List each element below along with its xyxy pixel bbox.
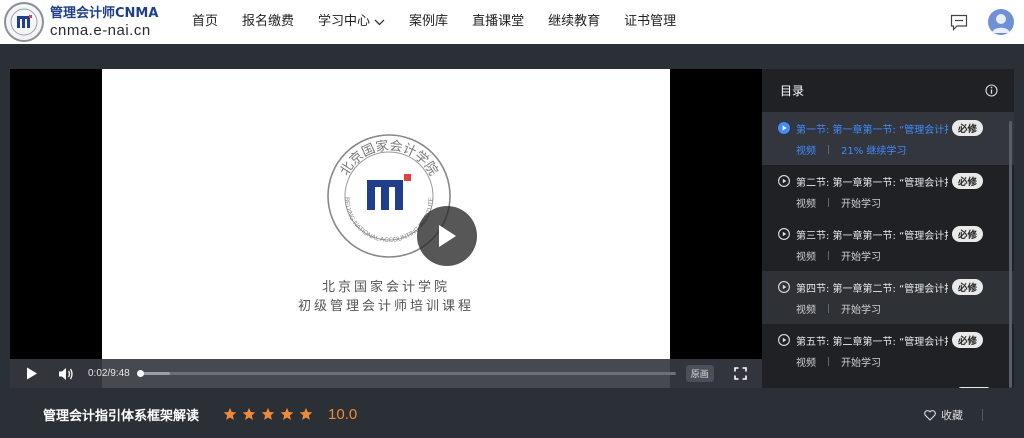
volume-icon xyxy=(59,367,73,380)
nav-label: 首页 xyxy=(192,14,219,29)
catalog-item-status: 开始学习 xyxy=(841,252,881,263)
logo-emblem-icon xyxy=(4,2,44,42)
catalog-item-next-partial xyxy=(762,385,1014,388)
logo-domain: cnma.e-nai.cn xyxy=(50,21,151,39)
catalog-item[interactable]: 第三节: 第一章第一节: “管理会计指引体系框架解读” 必修 视频 开始学习 xyxy=(762,218,1014,271)
catalog-item[interactable]: 第五节: 第二章第一节: “管理会计指引体系框架解读” 必修 视频 开始学习 xyxy=(762,324,1014,377)
catalog-item[interactable]: 第二节: 第一章第一节: “管理会计指引体系框架解读” 必修 视频 开始学习 xyxy=(762,165,1014,218)
emblem-text-top: 北京国家会计学院 xyxy=(338,138,441,179)
fullscreen-button[interactable] xyxy=(734,367,748,381)
quality-selector[interactable]: 原画 xyxy=(685,365,714,382)
big-play-button[interactable] xyxy=(417,206,477,266)
nav-item-case-library[interactable]: 案例库 xyxy=(397,0,460,44)
video-frame: 北京国家会计学院 BEIJING NATIONAL ACCOUNTING INS… xyxy=(102,69,670,388)
star-icon xyxy=(223,407,237,420)
course-info-bar: 管理会计指引体系框架解读 10.0 收藏 xyxy=(0,390,1024,438)
catalog-item-type: 视频 xyxy=(796,146,816,157)
progress-thumb[interactable] xyxy=(136,370,144,377)
divider xyxy=(982,409,983,421)
catalog-item-title: 第五节: 第二章第一节: “管理会计指引体系框架解读” xyxy=(796,336,948,348)
play-circle-icon xyxy=(778,228,790,240)
catalog-item-status: 开始学习 xyxy=(841,358,881,369)
nav-item-home[interactable]: 首页 xyxy=(180,0,230,44)
catalog-item[interactable]: 第一节: 第一章第一节: “管理会计指引体系框架解读” 必修 视频 21% 继续… xyxy=(762,112,1014,165)
message-icon[interactable] xyxy=(948,11,970,33)
catalog-panel: 目录 第一节: 第一章第一节: “管理会计指引体系框架解读” 必修 视频 21%… xyxy=(762,69,1014,388)
catalog-item-type: 视频 xyxy=(796,305,816,316)
catalog-item-title: 第四节: 第一章第二节: “管理会计指引体系框架解读” xyxy=(796,283,948,295)
catalog-item-title: 第三节: 第一章第一节: “管理会计指引体系框架解读” xyxy=(796,230,948,242)
required-badge: 必修 xyxy=(952,173,984,189)
nav-item-continuing-education[interactable]: 继续教育 xyxy=(536,0,612,44)
catalog-item-title: 第二节: 第一章第一节: “管理会计指引体系框架解读” xyxy=(796,177,948,189)
divider xyxy=(828,304,829,313)
rating-score: 10.0 xyxy=(328,405,358,423)
required-badge xyxy=(958,387,990,388)
required-badge: 必修 xyxy=(952,120,984,136)
catalog-item-type: 视频 xyxy=(796,252,816,263)
info-icon[interactable] xyxy=(985,84,998,97)
nav-label: 证书管理 xyxy=(624,14,677,29)
star-icon xyxy=(242,407,256,420)
divider xyxy=(828,251,829,260)
catalog-item[interactable]: 第四节: 第一章第二节: “管理会计指引体系框架解读” 必修 视频 开始学习 xyxy=(762,271,1014,324)
divider xyxy=(828,357,829,366)
avatar-icon[interactable] xyxy=(988,9,1014,35)
nav-item-registration[interactable]: 报名缴费 xyxy=(230,0,306,44)
star-icon xyxy=(261,407,275,420)
play-icon xyxy=(439,225,456,247)
course-title: 管理会计指引体系框架解读 xyxy=(43,408,200,424)
nav-label: 直播课堂 xyxy=(472,14,525,29)
slide-title: 北京国家会计学院 xyxy=(321,280,450,295)
play-circle-icon xyxy=(778,281,790,293)
site-logo[interactable]: 管理会计师CNMA cnma.e-nai.cn xyxy=(4,2,174,42)
nav-label: 报名缴费 xyxy=(242,14,295,29)
required-badge: 必修 xyxy=(952,279,984,295)
logo-title: 管理会计师CNMA xyxy=(50,5,159,21)
top-navbar: 管理会计师CNMA cnma.e-nai.cn 首页 报名缴费 学习中心 案例库… xyxy=(0,0,1024,44)
player-controls: 0:02/9:48 原画 xyxy=(10,359,762,388)
nav-item-live-class[interactable]: 直播课堂 xyxy=(460,0,536,44)
time-display: 0:02/9:48 xyxy=(88,368,130,379)
scrollbar[interactable] xyxy=(1009,121,1012,388)
nav-item-learning-center[interactable]: 学习中心 xyxy=(306,0,397,44)
fullscreen-icon xyxy=(734,367,748,380)
catalog-item-title: 第一节: 第一章第一节: “管理会计指引体系框架解读” xyxy=(796,124,948,136)
main-nav: 首页 报名缴费 学习中心 案例库 直播课堂 继续教育 证书管理 xyxy=(180,0,688,44)
play-button[interactable] xyxy=(24,366,40,382)
star-icon xyxy=(280,407,294,420)
chevron-down-icon xyxy=(374,19,385,26)
catalog-item-type: 视频 xyxy=(796,199,816,210)
catalog-item-status: 开始学习 xyxy=(841,305,881,316)
nav-label: 案例库 xyxy=(409,14,449,29)
catalog-item-status: 开始学习 xyxy=(841,199,881,210)
nav-label: 学习中心 xyxy=(318,14,371,29)
catalog-item-type: 视频 xyxy=(796,358,816,369)
video-player[interactable]: 北京国家会计学院 BEIJING NATIONAL ACCOUNTING INS… xyxy=(10,69,762,388)
required-badge: 必修 xyxy=(952,226,984,242)
heart-icon xyxy=(924,409,936,421)
required-badge: 必修 xyxy=(952,332,984,348)
rating-stars xyxy=(223,407,318,421)
slide-subtitle: 初级管理会计师培训课程 xyxy=(297,299,474,314)
catalog-item-status: 21% 继续学习 xyxy=(841,146,907,157)
star-icon xyxy=(299,407,313,420)
play-icon xyxy=(27,367,37,380)
favorite-label: 收藏 xyxy=(941,409,963,422)
play-circle-icon xyxy=(778,122,790,134)
play-circle-icon xyxy=(778,334,790,346)
nav-label: 继续教育 xyxy=(548,14,601,29)
progress-bar[interactable] xyxy=(136,370,676,377)
volume-button[interactable] xyxy=(58,366,76,382)
favorite-button[interactable]: 收藏 xyxy=(924,407,963,423)
divider xyxy=(828,145,829,154)
play-circle-icon xyxy=(778,175,790,187)
divider xyxy=(828,198,829,207)
catalog-title: 目录 xyxy=(780,84,805,98)
nav-item-certificate[interactable]: 证书管理 xyxy=(612,0,688,44)
